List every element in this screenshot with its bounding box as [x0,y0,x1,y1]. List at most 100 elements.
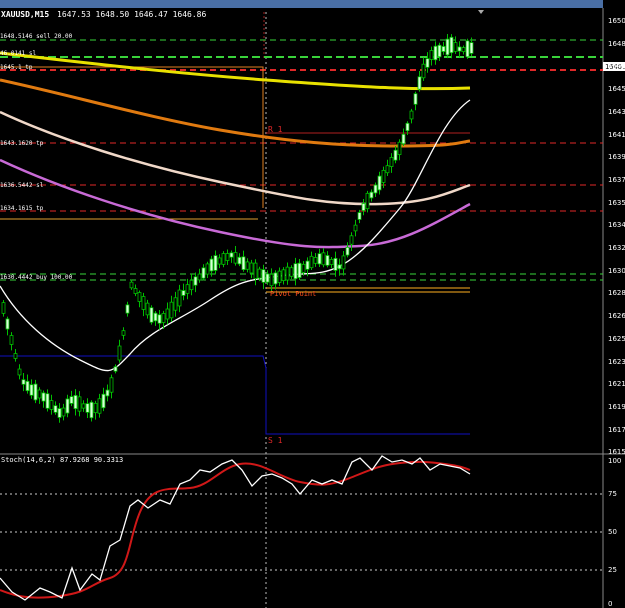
candle-body [265,273,270,283]
label-s1: S 1 [268,436,283,445]
label-r1: R 1 [268,125,283,134]
candle-body [289,267,294,277]
candle-body [321,252,326,266]
candle-body [417,76,422,90]
candle-body [365,192,370,210]
chart-window: XAUUSD,M15 1647.53 1648.50 1646.47 1646.… [0,0,625,608]
candle-body [393,149,398,161]
stoch-axis-label: 75 [608,490,617,498]
candle-body [125,304,130,314]
candle-body [337,264,342,270]
price-axis-label: 1645.0 [608,85,625,94]
candle-body [97,398,102,414]
candle-body [193,276,198,286]
candle-body [273,272,278,285]
candle-body [305,260,310,270]
candle-body [53,405,58,413]
candle-body [41,392,46,402]
candle-body [221,253,226,265]
label-tp: 1634.1615 tp [0,205,44,212]
candle-body [17,368,22,376]
candle-body [309,255,314,269]
candle-body [57,408,62,418]
label-pivot: Pivot Point [270,290,316,298]
stoch-axis-label: 0 [608,600,613,608]
candle-body [449,36,454,54]
candle-body [133,288,138,294]
candle-body [77,396,82,412]
candle-body [293,263,298,280]
price-axis-label: 1646.8 [608,62,625,71]
candle-body [349,235,354,245]
candle-body [237,256,242,265]
candle-body [197,273,202,281]
candle-body [141,296,146,310]
candle-body [165,308,170,320]
candle-body [297,262,302,278]
candle-body [261,269,266,283]
candle-body [109,377,114,393]
stoch-axis-label: 100 [608,457,622,465]
stoch-axis-label: 50 [608,528,617,536]
candle-body [405,122,410,132]
support-line [0,355,470,435]
price-axis-label: 1621.4 [608,380,625,389]
price-axis-label: 1639.5 [608,153,625,162]
price-axis-label: 1643.2 [608,107,625,116]
stoch-main-line [0,455,471,601]
candle-body [377,175,382,191]
candle-body [137,292,142,302]
candle-body [325,255,330,266]
candle-body [245,261,250,270]
candle-body [285,266,290,281]
candle-body [105,389,110,397]
candle-body [169,301,174,319]
indicator-title: Stoch(14,6,2) 87.9268 90.3313 [1,456,123,464]
candle-body [117,345,122,361]
candle-body [21,379,26,385]
candle-body [69,396,74,404]
label-top-tp: 1645.1 tp [0,64,33,71]
candle-body [177,289,182,307]
candle-body [49,400,54,410]
candle-body [205,263,210,275]
label-top-sl: 46.0141 sl [0,50,37,57]
chart-shift-marker-icon[interactable] [478,10,484,14]
candle-body [81,403,86,409]
candle-body [181,290,186,296]
price-axis-label: 1641.4 [608,130,625,139]
price-axis-label: 1635.9 [608,198,625,207]
price-axis-label: 1625.0 [608,334,625,343]
candle-body [225,253,230,261]
candle-body [145,302,150,316]
candle-body [357,212,362,220]
candle-body [385,165,390,174]
label-sell: 1648.5146 sell 20.00 [0,33,73,40]
candle-body [89,401,94,419]
stoch-signal-line [0,460,471,599]
price-axis-label: 1632.3 [608,244,625,252]
candlestick-series [1,34,474,423]
candle-body [9,335,14,345]
candle-body [85,403,90,413]
candle-body [373,184,378,194]
candle-body [101,393,106,409]
candle-body [37,389,42,399]
candle-body [113,366,118,372]
price-axis-label: 1615.9 [608,448,625,457]
candle-body [25,380,30,392]
candle-body [253,262,258,279]
candle-body [317,253,322,265]
candle-body [153,312,158,322]
candle-body [361,203,366,211]
candle-body [93,402,98,414]
price-chart-canvas[interactable]: 1648.5146 sell 20.00 46.0141 sl 1645.1 t… [0,0,625,608]
candle-body [209,258,214,272]
candle-body [369,191,374,199]
label-sl: 1636.5442 sl [0,182,44,189]
price-axis-label: 1634.1 [608,221,625,230]
candle-body [441,46,446,52]
candle-body [425,58,430,68]
candle-body [421,63,426,79]
stoch-axis-label: 25 [608,566,617,574]
